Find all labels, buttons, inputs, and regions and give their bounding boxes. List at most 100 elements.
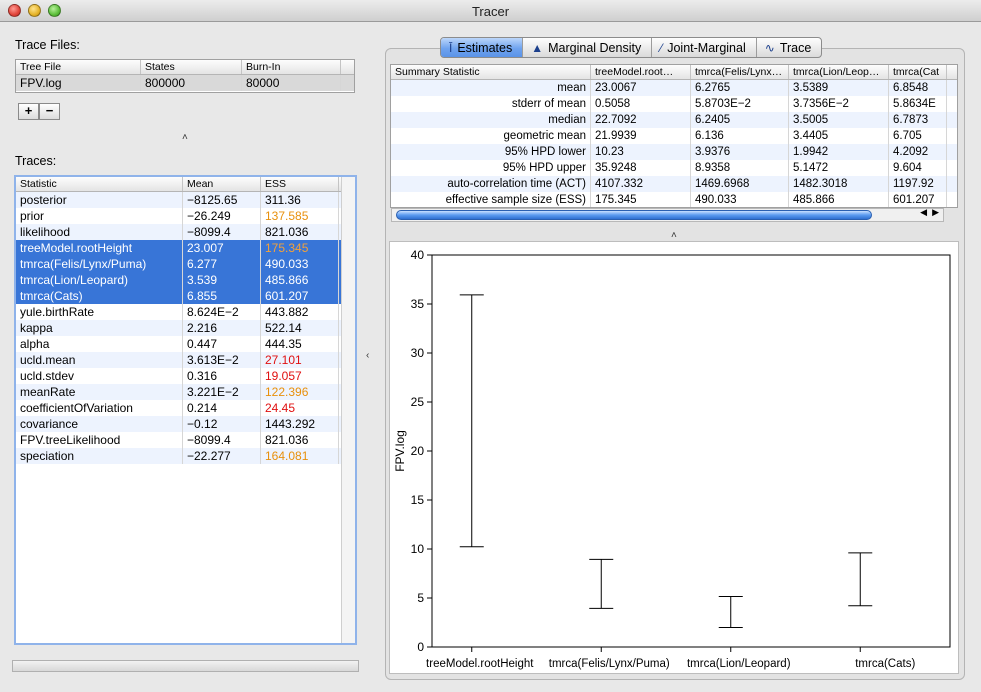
split-handle-icon[interactable]: ˄ [182,132,188,143]
estimates-chart: 0 5 10 15 20 25 30 35 40 FPV.log treeModel.rootHei… [393,248,951,670]
tab-marginal-density[interactable]: ▲ Marginal Density [523,38,653,57]
traces-body: posterior −8125.65 311.36 prior −26.249 137.5… [16,192,355,464]
trace-row[interactable]: meanRate 3.221E−2 122.396 [16,384,355,400]
trace-ess: 522.14 [261,320,339,336]
density-icon: ▲ [531,40,544,55]
trace-mean: −26.249 [183,208,261,224]
tab-estimates[interactable]: Ī Estimates [441,38,524,57]
remove-trace-file-button[interactable]: − [39,103,60,120]
trace-row[interactable]: yule.birthRate 8.624E−2 443.882 [16,304,355,320]
traces-scrollbar[interactable] [341,177,355,643]
summary-hscrollbar[interactable]: ◀ ▶ [391,207,944,222]
summary-row[interactable]: median 22.7092 6.2405 3.5005 6.7873 [391,112,957,128]
trace-row[interactable]: tmrca(Felis/Lynx/Puma) 6.277 490.033 [16,256,355,272]
trace-files-header: Tree File States Burn-In [16,60,354,75]
trace-mean: 0.214 [183,400,261,416]
trace-mean: 2.216 [183,320,261,336]
col-mean[interactable]: Mean [183,177,261,191]
trace-mean: 6.277 [183,256,261,272]
view-tabs: Ī Estimates ▲ Marginal Density ⁄ Joint-M… [440,37,823,58]
trace-statistic: tmrca(Felis/Lynx/Puma) [16,256,183,272]
summary-value: 8.9358 [691,160,789,176]
trace-statistic: covariance [16,416,183,432]
summary-row[interactable]: mean 23.0067 6.2765 3.5389 6.8548 [391,80,957,96]
y-tick-label: 20 [411,444,425,458]
summary-row[interactable]: 95% HPD lower 10.23 3.9376 1.9942 4.2092 [391,144,957,160]
col-ess[interactable]: ESS [261,177,339,191]
tab-joint-marginal[interactable]: ⁄ Joint-Marginal [652,38,757,57]
summary-value: 6.8548 [889,80,947,96]
vertical-split-handle-icon[interactable]: ‹ [366,350,369,361]
summary-value: 22.7092 [591,112,691,128]
trace-statistic: FPV.treeLikelihood [16,432,183,448]
col-summary-4[interactable]: tmrca(Cat [889,65,947,79]
trace-row[interactable]: ucld.mean 3.613E−2 27.101 [16,352,355,368]
joint-marginal-icon: ⁄ [660,40,663,55]
trace-row[interactable]: tmrca(Cats) 6.855 601.207 [16,288,355,304]
col-summary-3[interactable]: tmrca(Lion/Leop… [789,65,889,79]
col-summary-statistic[interactable]: Summary Statistic [391,65,591,79]
trace-row[interactable]: FPV.treeLikelihood −8099.4 821.036 [16,432,355,448]
trace-row[interactable]: tmrca(Lion/Leopard) 3.539 485.866 [16,272,355,288]
summary-row[interactable]: auto-correlation time (ACT) 4107.332 1469.… [391,176,957,192]
x-tick-label: tmrca(Lion/Leopard) [687,658,791,670]
trace-mean: −8099.4 [183,432,261,448]
add-trace-file-button[interactable]: + [18,103,39,120]
scroll-right-icon[interactable]: ▶ [932,207,939,218]
summary-row[interactable]: geometric mean 21.9939 6.136 3.4405 6.705 [391,128,957,144]
trace-row[interactable]: treeModel.rootHeight 23.007 175.345 [16,240,355,256]
trace-row[interactable]: ucld.stdev 0.316 19.057 [16,368,355,384]
trace-mean: 3.539 [183,272,261,288]
trace-row[interactable]: speciation −22.277 164.081 [16,448,355,464]
traces-table: Statistic Mean ESS posterior −8125.65 311.… [14,175,357,645]
trace-row[interactable]: covariance −0.12 1443.292 [16,416,355,432]
trace-file-states: 800000 [141,75,242,91]
col-tree-file[interactable]: Tree File [16,60,141,74]
trace-statistic: speciation [16,448,183,464]
x-tick-label: tmrca(Felis/Lynx/Puma) [549,658,670,670]
trace-ess: 175.345 [261,240,339,256]
left-bottom-scrollbar[interactable] [12,660,359,672]
trace-icon: ∿ [764,40,775,55]
trace-mean: −22.277 [183,448,261,464]
summary-value: 3.7356E−2 [789,96,889,112]
summary-row[interactable]: effective sample size (ESS) 175.345 490.03… [391,192,957,207]
trace-row[interactable]: coefficientOfVariation 0.214 24.45 [16,400,355,416]
trace-file-row[interactable]: FPV.log 800000 80000 [16,75,354,91]
trace-files-label: Trace Files: [15,38,80,52]
col-states[interactable]: States [141,60,242,74]
trace-mean: 0.447 [183,336,261,352]
summary-split-handle-icon[interactable]: ˄ [671,230,677,241]
trace-row[interactable]: posterior −8125.65 311.36 [16,192,355,208]
summary-hscroll-thumb[interactable] [396,210,872,220]
summary-row[interactable]: 95% HPD upper 35.9248 8.9358 5.1472 9.604 [391,160,957,176]
trace-mean: 8.624E−2 [183,304,261,320]
window-title: Tracer [471,4,510,19]
trace-statistic: likelihood [16,224,183,240]
summary-row[interactable]: stderr of mean 0.5058 5.8703E−2 3.7356E−2 5.… [391,96,957,112]
trace-file-burnin[interactable]: 80000 [242,75,341,91]
summary-value: 1469.6968 [691,176,789,192]
trace-ess: 164.081 [261,448,339,464]
summary-stat-name: 95% HPD lower [391,144,591,160]
trace-row[interactable]: prior −26.249 137.585 [16,208,355,224]
summary-value: 10.23 [591,144,691,160]
col-burn-in[interactable]: Burn-In [242,60,341,74]
summary-value: 485.866 [789,192,889,207]
trace-statistic: ucld.stdev [16,368,183,384]
summary-value: 35.9248 [591,160,691,176]
trace-row[interactable]: kappa 2.216 522.14 [16,320,355,336]
trace-row[interactable]: likelihood −8099.4 821.036 [16,224,355,240]
col-summary-1[interactable]: treeModel.root… [591,65,691,79]
col-summary-2[interactable]: tmrca(Felis/Lynx… [691,65,789,79]
summary-table: Summary Statistic treeModel.root… tmrca(… [390,64,958,208]
tab-trace[interactable]: ∿ Trace [757,38,822,57]
col-statistic[interactable]: Statistic [16,177,183,191]
trace-files-table: Tree File States Burn-In FPV.log 800000 … [15,59,355,93]
trace-ess: 24.45 [261,400,339,416]
summary-value: 3.5005 [789,112,889,128]
trace-mean: 23.007 [183,240,261,256]
trace-row[interactable]: alpha 0.447 444.35 [16,336,355,352]
scroll-left-icon[interactable]: ◀ [920,207,927,218]
trace-statistic: coefficientOfVariation [16,400,183,416]
